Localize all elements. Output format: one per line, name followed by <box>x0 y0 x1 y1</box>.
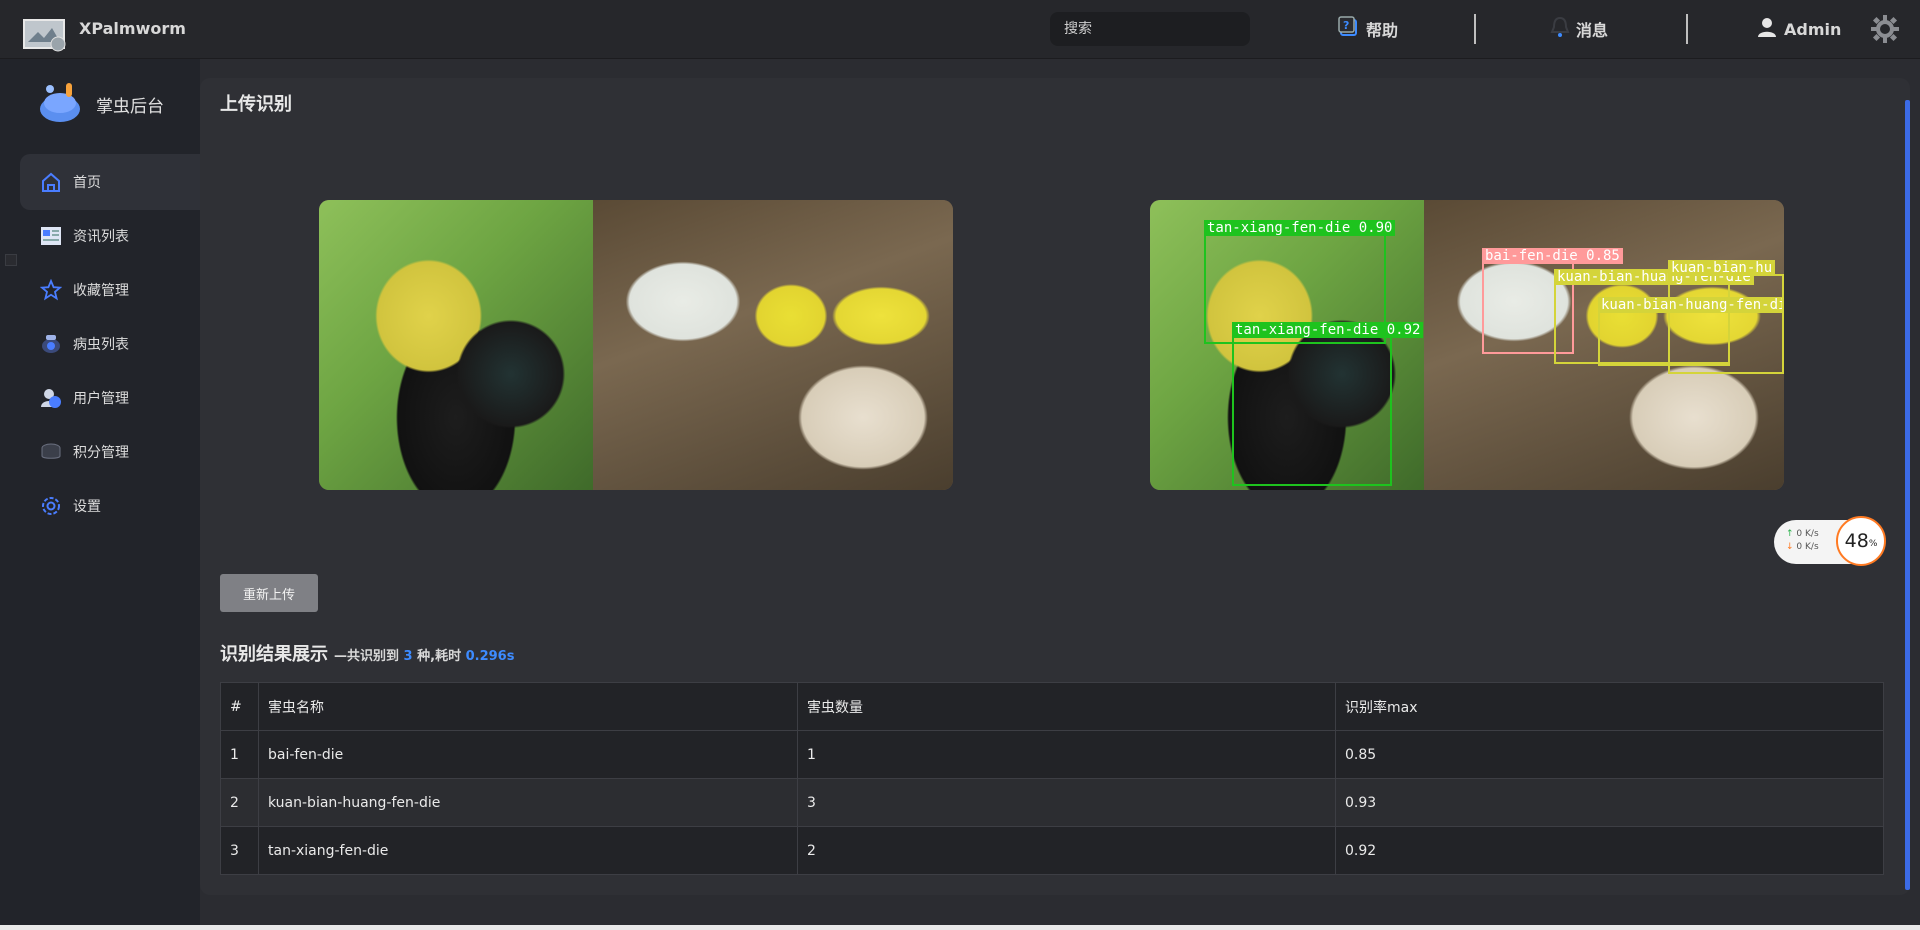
table-row: 2 kuan-bian-huang-fen-die 3 0.93 <box>220 778 1884 827</box>
search-input[interactable] <box>1050 12 1250 46</box>
column-header: 害虫名称 <box>258 682 798 731</box>
network-speed-widget[interactable]: ↑ 0 K/s ↓ 0 K/s 48% <box>1774 516 1886 566</box>
sidebar-item-news[interactable]: 资讯列表 <box>20 208 200 264</box>
coins-icon <box>40 441 62 463</box>
app-logo-icon[interactable] <box>22 14 72 54</box>
speed-readout: ↑ 0 K/s ↓ 0 K/s <box>1786 529 1819 552</box>
memory-percent-gauge: 48% <box>1836 516 1886 566</box>
sidebar-item-label: 设置 <box>73 499 101 515</box>
sidebar-collapse-handle[interactable] <box>5 254 17 266</box>
image-panel-right <box>593 200 953 490</box>
sidebar-item-label: 用户管理 <box>73 391 129 407</box>
svg-text:?: ? <box>1343 19 1349 32</box>
table-cell: tan-xiang-fen-die <box>258 826 798 875</box>
image-panel-left <box>319 200 593 490</box>
table-cell: 2 <box>797 826 1336 875</box>
reupload-button[interactable]: 重新上传 <box>220 574 318 612</box>
divider <box>1474 14 1476 44</box>
gear-icon <box>40 495 62 517</box>
table-row: 1 bai-fen-die 1 0.85 <box>220 730 1884 779</box>
users-icon <box>40 387 62 409</box>
table-header-row: # 害虫名称 害虫数量 识别率max <box>220 682 1884 731</box>
result-header: 识别结果展示 —共识别到 3 种,耗时 0.296s <box>220 640 514 666</box>
elapsed-time: 0.296s <box>465 649 515 664</box>
sidebar-item-label: 病虫列表 <box>73 337 129 353</box>
column-header: 识别率max <box>1335 682 1884 731</box>
download-speed: 0 K/s <box>1796 542 1819 552</box>
detection-label: tan-xiang-fen-die 0.90 <box>1204 220 1396 236</box>
table-cell: 3 <box>797 778 1336 827</box>
detection-label: tan-xiang-fen-die 0.92 <box>1232 322 1424 338</box>
main-panel: 上传识别 tan-xiang-fen-die 0.90 tan-xiang-fe… <box>200 78 1910 895</box>
column-header: 害虫数量 <box>797 682 1336 731</box>
messages-link[interactable]: 消息 <box>1550 16 1608 42</box>
divider <box>1686 14 1688 44</box>
table-cell: 3 <box>220 826 259 875</box>
summary-mid: 种,耗时 <box>417 649 462 664</box>
table-row: 3 tan-xiang-fen-die 2 0.92 <box>220 826 1884 875</box>
table-cell: 0.85 <box>1335 730 1884 779</box>
sidebar-item-label: 资讯列表 <box>73 229 129 245</box>
sidebar-item-home[interactable]: 首页 <box>20 154 200 210</box>
sidebar-item-settings[interactable]: 设置 <box>20 478 200 534</box>
table-cell: 2 <box>220 778 259 827</box>
sidebar-item-label: 收藏管理 <box>73 283 129 299</box>
result-table: # 害虫名称 害虫数量 识别率max 1 bai-fen-die 1 0.85 … <box>220 682 1884 875</box>
bell-icon <box>1550 16 1570 42</box>
result-summary: —共识别到 3 种,耗时 0.296s <box>334 645 514 664</box>
help-label: 帮助 <box>1366 21 1399 40</box>
percent-value: 48 <box>1844 530 1869 552</box>
species-count: 3 <box>403 649 413 664</box>
home-icon <box>40 171 62 193</box>
brand-label: 掌虫后台 <box>96 96 164 117</box>
news-icon <box>40 225 62 247</box>
detection-box <box>1232 336 1392 486</box>
uploaded-image <box>319 200 953 490</box>
sidebar-item-label: 积分管理 <box>73 445 129 461</box>
table-cell: 1 <box>220 730 259 779</box>
table-cell: kuan-bian-huang-fen-die <box>258 778 798 827</box>
user-label: Admin <box>1784 19 1842 39</box>
brand-logo-icon <box>38 79 84 129</box>
star-icon <box>40 279 62 301</box>
sidebar-brand[interactable]: 掌虫后台 <box>38 79 164 129</box>
table-cell: 0.93 <box>1335 778 1884 827</box>
user-icon <box>1756 16 1778 42</box>
detection-result-image: tan-xiang-fen-die 0.90 tan-xiang-fen-die… <box>1150 200 1784 490</box>
percent-sign: % <box>1868 539 1878 549</box>
sidebar: 掌虫后台 首页 资讯列表 收藏管理 病虫列表 用户管理 积分管理 设置 <box>0 59 200 930</box>
detection-label: kuan-bian-hu <box>1668 260 1776 276</box>
user-menu[interactable]: Admin <box>1756 16 1841 42</box>
help-icon: ? <box>1338 16 1360 42</box>
table-cell: 1 <box>797 730 1336 779</box>
sidebar-item-pest-list[interactable]: 病虫列表 <box>20 316 200 372</box>
result-title: 识别结果展示 <box>220 644 328 665</box>
sidebar-item-label: 首页 <box>73 175 101 191</box>
theme-toggle-icon[interactable] <box>1870 14 1900 48</box>
detection-box <box>1668 274 1784 374</box>
summary-prefix: —共识别到 <box>334 649 400 664</box>
top-bar: XPalmworm ? 帮助 消息 Admin <box>0 0 1920 59</box>
table-cell: 0.92 <box>1335 826 1884 875</box>
scrollbar[interactable] <box>1905 100 1910 890</box>
upload-speed: 0 K/s <box>1796 529 1819 539</box>
page-title: 上传识别 <box>220 94 292 115</box>
detection-label: bai-fen-die 0.85 <box>1482 248 1623 264</box>
sidebar-item-points[interactable]: 积分管理 <box>20 424 200 480</box>
sidebar-item-users[interactable]: 用户管理 <box>20 370 200 426</box>
bug-list-icon <box>40 333 62 355</box>
help-link[interactable]: ? 帮助 <box>1338 16 1398 42</box>
sidebar-item-favorites[interactable]: 收藏管理 <box>20 262 200 318</box>
messages-label: 消息 <box>1576 21 1609 40</box>
bottom-strip <box>0 925 1920 930</box>
app-name[interactable]: XPalmworm <box>79 19 186 38</box>
table-cell: bai-fen-die <box>258 730 798 779</box>
column-header: # <box>220 682 259 731</box>
